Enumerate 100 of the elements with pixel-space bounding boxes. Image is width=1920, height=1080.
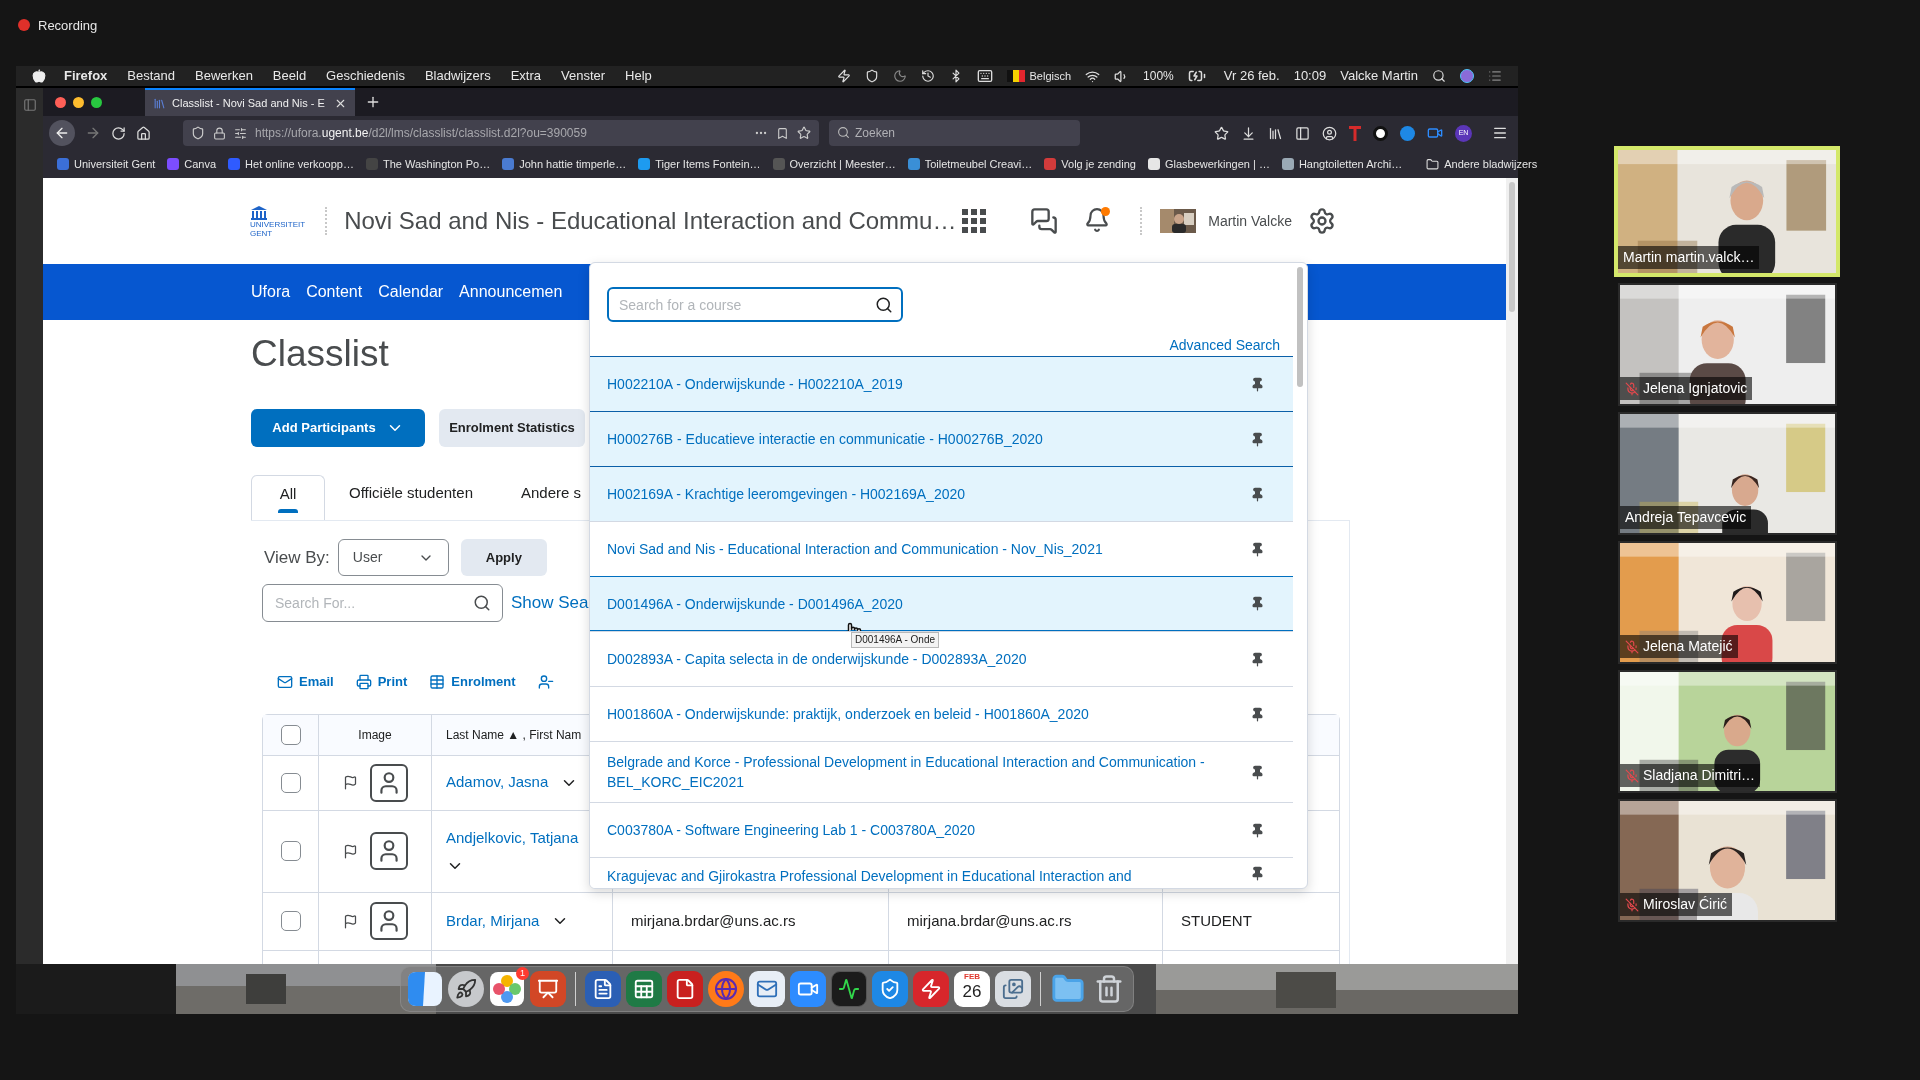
checkbox[interactable] [280, 772, 301, 793]
browser-tab[interactable]: Classlist - Novi Sad and Nis - E [145, 88, 355, 116]
pin-icon[interactable] [1250, 431, 1266, 447]
moon-icon[interactable] [893, 69, 908, 83]
shield-icon[interactable] [191, 126, 205, 140]
pin-icon[interactable] [1250, 376, 1266, 392]
participant-name-link[interactable]: Adamov, Jasna [446, 771, 549, 794]
search-field[interactable]: Zoeken [829, 120, 1080, 146]
envelope-icon[interactable] [749, 971, 785, 1007]
course-item[interactable]: Novi Sad and Nis - Educational Interaction and Communication - Nov_Nis_2021 [590, 521, 1294, 576]
shield-icon[interactable] [872, 971, 908, 1007]
images-icon[interactable] [995, 971, 1031, 1007]
t-logo-icon[interactable] [1349, 125, 1361, 141]
history-icon[interactable] [921, 69, 936, 83]
siri-icon[interactable] [1460, 69, 1474, 83]
calendar-app-tile[interactable]: FEB 26 [954, 971, 990, 1007]
lightning-icon[interactable] [913, 971, 949, 1007]
split-tile-icon[interactable] [407, 971, 443, 1007]
column-header[interactable]: Last Name ▲ , First Nam [446, 725, 582, 744]
checkbox[interactable] [280, 724, 301, 745]
menu-item[interactable]: Extra [510, 66, 541, 86]
bookmark[interactable]: John hattie timperle… [519, 155, 627, 173]
menu-item[interactable]: Firefox [64, 66, 108, 86]
nav-link[interactable]: Content [306, 280, 363, 304]
bookmark[interactable]: Het online verkoopp… [245, 155, 354, 173]
pin-icon[interactable] [1250, 596, 1266, 611]
enrolment-statistics-button[interactable]: Enrolment Statistics [439, 409, 585, 447]
course-title[interactable]: Novi Sad and Nis - Educational Interaction and Commu… [344, 203, 957, 239]
course-item[interactable]: Kragujevac and Gjirokastra Professional Development in Educational Interaction and [590, 857, 1294, 888]
menu-icon[interactable] [1492, 125, 1508, 141]
participant-name-link[interactable]: Brdar, Mirjana [446, 909, 540, 933]
new-tab-button[interactable] [365, 94, 381, 110]
list-icon[interactable] [1488, 69, 1502, 83]
nav-link[interactable]: Ufora [251, 280, 291, 304]
lightning-icon[interactable] [837, 69, 852, 83]
bookmark[interactable]: Volg je zending [1061, 155, 1136, 173]
advanced-search-link[interactable]: Advanced Search [1169, 335, 1281, 356]
action-link[interactable]: Email [299, 672, 334, 692]
menu-item[interactable]: Beeld [272, 66, 307, 86]
tab[interactable]: Officiële studenten [325, 475, 497, 520]
action-link[interactable]: Print [377, 672, 408, 692]
reload-button[interactable] [111, 125, 126, 141]
course-item[interactable]: D001496A - Onderwijskunde - D001496A_2020 [590, 576, 1294, 631]
grid-icon[interactable] [962, 209, 987, 233]
bookmark[interactable]: Universiteit Gent [74, 155, 156, 173]
forward-button[interactable] [85, 125, 101, 141]
bookmark[interactable]: Tiger Items Fontein… [655, 155, 761, 173]
bookmark[interactable]: The Washington Po… [382, 155, 491, 173]
star-icon[interactable] [1214, 125, 1229, 141]
pin-icon[interactable] [1250, 541, 1266, 557]
lock-icon[interactable] [213, 126, 226, 140]
pin-icon[interactable] [1250, 822, 1266, 838]
bookmark[interactable]: Glasbewerkingen | … [1164, 155, 1270, 173]
bookmark-icon[interactable] [776, 126, 789, 140]
flag-icon[interactable] [342, 913, 358, 929]
pin-icon[interactable] [1250, 706, 1266, 722]
home-button[interactable] [136, 125, 151, 141]
apply-button[interactable]: Apply [460, 539, 547, 576]
bookmark[interactable]: Toiletmeubel Creavi… [924, 155, 1033, 173]
menu-item[interactable]: Help [625, 66, 652, 86]
address-bar[interactable]: https://ufora.ugent.be/d2l/lms/classlist/classlist.d2l?ou=390059 [183, 120, 819, 146]
course-item[interactable]: H001860A - Onderwijskunde: praktijk, onderzoek en beleid - H001860A_2020 [590, 686, 1294, 741]
spreadsheet-icon[interactable] [626, 971, 662, 1007]
shield-icon[interactable] [865, 69, 880, 83]
presentation-icon[interactable] [530, 971, 566, 1007]
apple-icon[interactable] [32, 69, 46, 83]
menu-item[interactable]: Bewerken [195, 66, 253, 86]
infinity-icon[interactable] [1400, 125, 1415, 141]
file-icon[interactable] [667, 971, 703, 1007]
download-icon[interactable] [1241, 125, 1256, 141]
checkbox[interactable] [280, 911, 301, 931]
menu-item[interactable]: Bladwijzers [424, 66, 491, 86]
video-camera-icon[interactable] [790, 971, 826, 1007]
person-icon[interactable] [537, 673, 554, 690]
nav-link[interactable]: Calendar [378, 280, 444, 304]
wifi-icon[interactable] [1085, 68, 1101, 84]
user-name[interactable]: Martin Valcke [1208, 210, 1292, 232]
course-item[interactable]: Belgrade and Korce - Professional Development in Educational Interaction and Communication - BEL_KORC_EIC2021 [590, 741, 1294, 802]
bookmark[interactable]: Canva [184, 155, 217, 173]
video-camera-icon[interactable] [1427, 125, 1443, 141]
scrollbar-thumb[interactable] [1509, 182, 1515, 312]
pin-icon[interactable] [1250, 764, 1266, 780]
minimize-window-button[interactable] [73, 96, 84, 108]
add-participants-button[interactable]: Add Participants [251, 409, 425, 447]
course-item[interactable]: H002169A - Krachtige leeromgevingen - H002169A_2020 [590, 466, 1294, 521]
scrollbar-thumb[interactable] [1297, 267, 1303, 387]
tab[interactable]: All [251, 475, 325, 520]
close-window-button[interactable] [55, 96, 66, 108]
document-icon[interactable] [585, 971, 621, 1007]
course-item[interactable]: H002210A - Onderwijskunde - H002210A_2019 [590, 356, 1294, 411]
view-by-select[interactable]: User [337, 539, 449, 576]
menu-item[interactable]: Venster [561, 66, 606, 86]
bookmark[interactable]: Overzicht | Meester… [789, 155, 896, 173]
settings-icon[interactable] [1308, 207, 1336, 235]
messages-icon[interactable] [1030, 207, 1059, 235]
sliders-icon[interactable] [234, 126, 247, 140]
pin-icon[interactable] [1250, 486, 1266, 502]
user-name[interactable]: Valcke Martin [1340, 66, 1418, 86]
sidebar-icon[interactable] [1295, 125, 1310, 141]
search-field[interactable]: Search For... [262, 584, 503, 622]
